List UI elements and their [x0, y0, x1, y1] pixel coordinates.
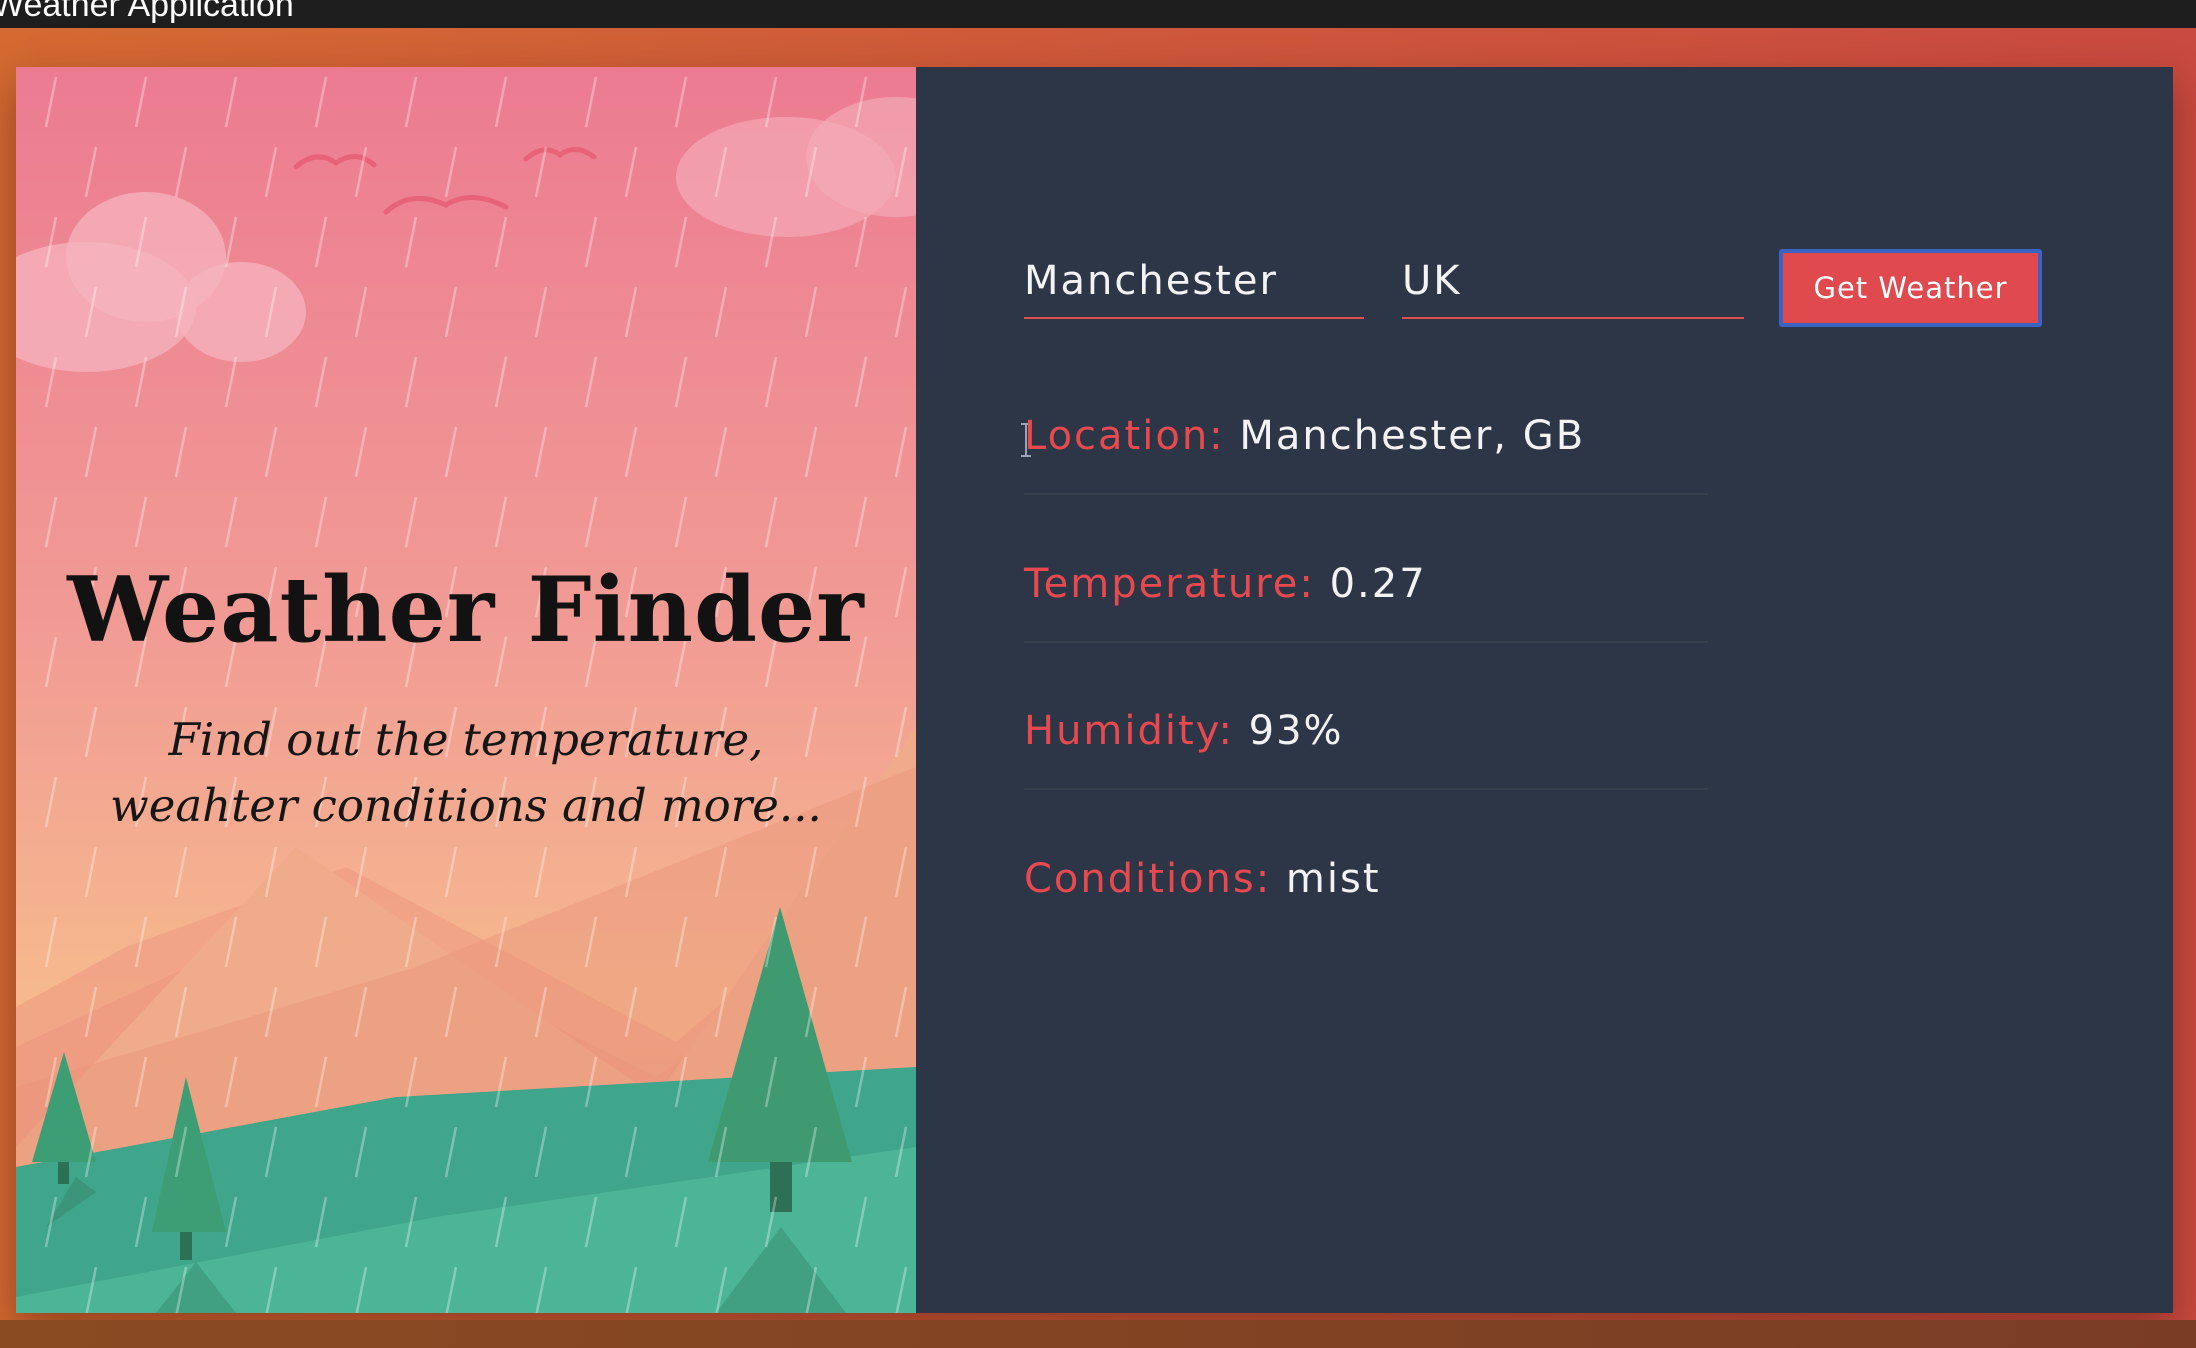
window-title-bar: Weather Application — [0, 0, 2196, 28]
bottom-strip — [0, 1320, 2196, 1348]
conditions-row: Conditions: mist — [1024, 856, 1708, 936]
app-heading: Weather Finder — [67, 557, 865, 663]
country-input[interactable] — [1402, 251, 1744, 319]
temperature-row: Temperature: 0.27 — [1024, 561, 1708, 643]
temperature-label: Temperature: — [1024, 561, 1330, 607]
weather-panel: Get Weather Location: Manchester, GB Tem… — [916, 67, 2173, 1313]
conditions-label: Conditions: — [1024, 856, 1286, 902]
rain — [16, 67, 916, 1313]
city-input[interactable] — [1024, 251, 1364, 319]
humidity-row: Humidity: 93% — [1024, 708, 1708, 790]
location-label: Location: — [1024, 413, 1240, 459]
app-subtitle: Find out the temperature, weahter condit… — [110, 713, 822, 832]
location-value: Manchester, GB — [1239, 413, 1586, 459]
app-card: Weather Finder Find out the temperature,… — [16, 67, 2173, 1313]
hero-panel: Weather Finder Find out the temperature,… — [16, 67, 916, 1313]
conditions-value: mist — [1285, 856, 1381, 902]
humidity-value: 93% — [1248, 708, 1344, 754]
rainy-landscape-illustration — [16, 67, 916, 1313]
window-title: Weather Application — [0, 0, 294, 24]
get-weather-button[interactable]: Get Weather — [1779, 249, 2042, 327]
location-row: Location: Manchester, GB — [1024, 413, 1708, 495]
humidity-label: Humidity: — [1024, 708, 1249, 754]
temperature-value: 0.27 — [1329, 561, 1427, 607]
